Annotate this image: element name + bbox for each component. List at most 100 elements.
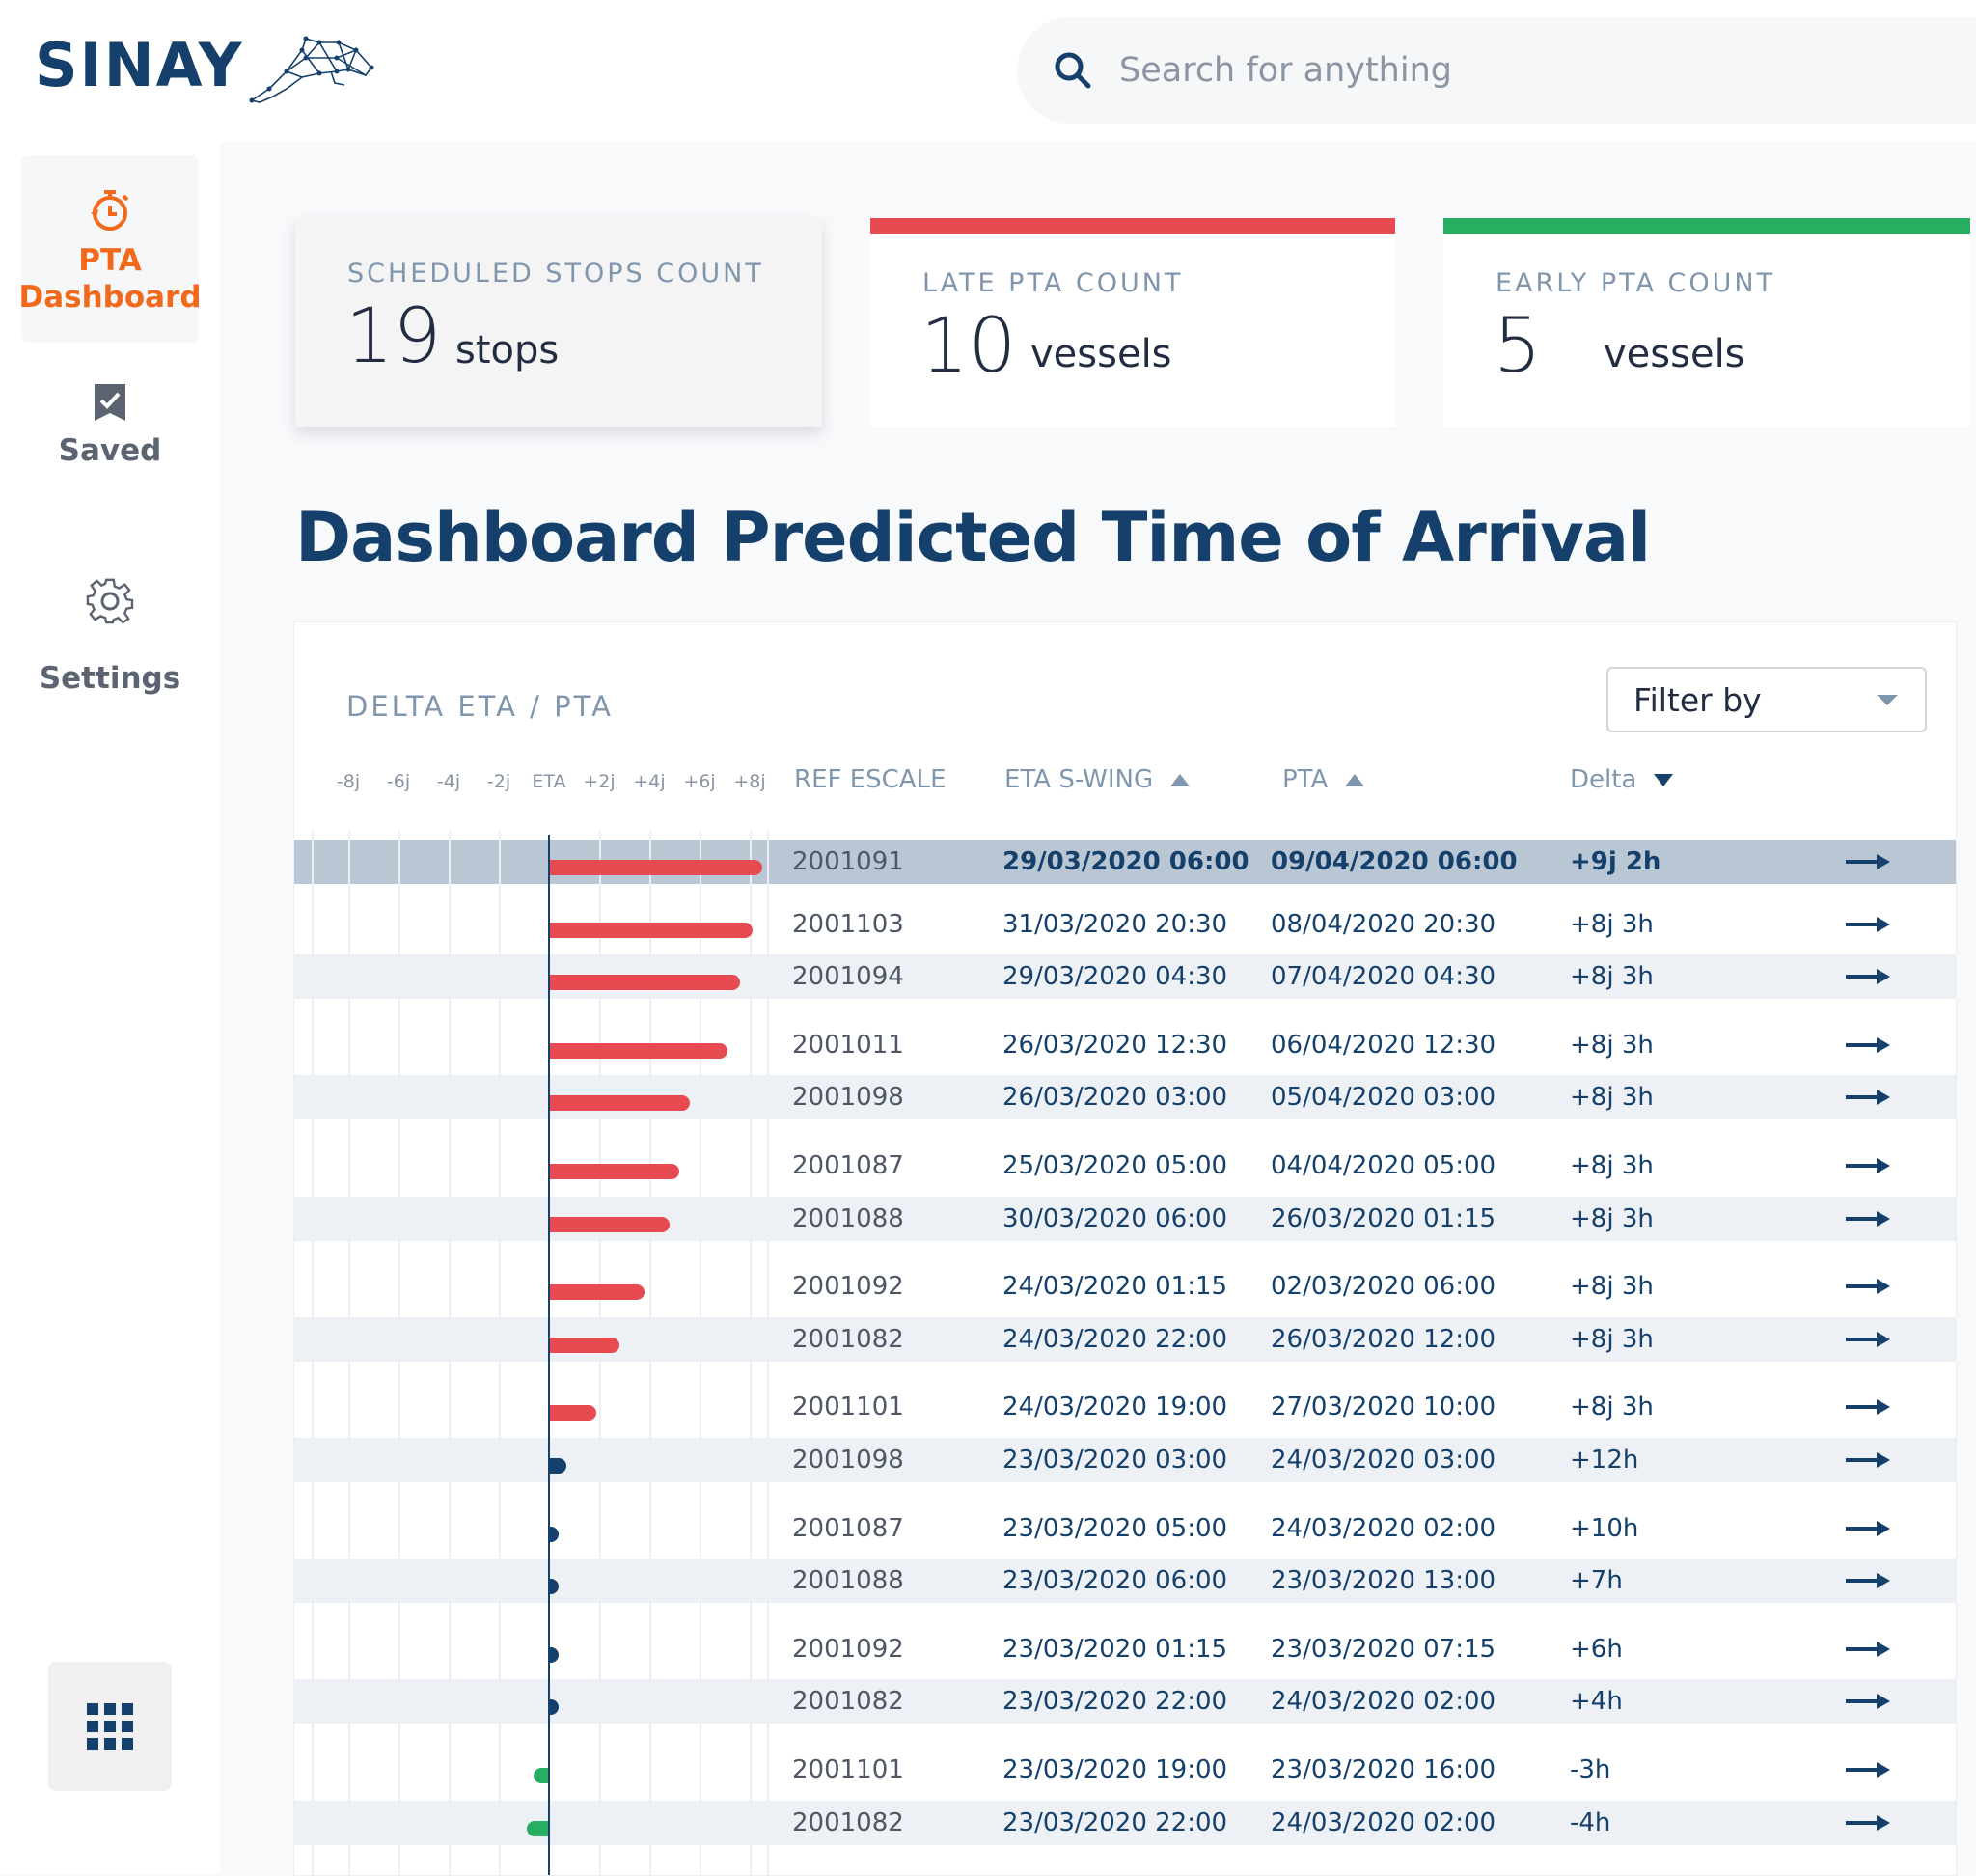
table-row[interactable]: 2001088 30/03/2020 06:00 26/03/2020 01:15 +… bbox=[294, 1196, 1956, 1241]
eta-s-wing-cell: 26/03/2020 03:00 bbox=[1002, 1083, 1228, 1113]
arrow-right-icon[interactable] bbox=[1846, 1398, 1890, 1416]
pta-cell: 05/04/2020 03:00 bbox=[1271, 1083, 1496, 1113]
arrow-right-icon[interactable] bbox=[1846, 968, 1890, 985]
grid-line bbox=[398, 831, 400, 1875]
delta-cell: +8j 3h bbox=[1570, 1393, 1654, 1422]
arrow-right-icon[interactable] bbox=[1846, 1693, 1890, 1710]
table-row[interactable]: 2001103 31/03/2020 20:30 08/04/2020 20:30 +… bbox=[294, 895, 1956, 954]
axis-tick-label: -2j bbox=[486, 771, 511, 792]
search-bar[interactable] bbox=[1017, 17, 1976, 124]
sidebar-item-settings[interactable]: Settings bbox=[21, 577, 199, 697]
table-row[interactable]: 2001082 24/03/2020 22:00 26/03/2020 12:00 +… bbox=[294, 1316, 1956, 1362]
column-header-eta-s-wing[interactable]: ETA S-WING bbox=[1004, 765, 1191, 794]
table-row[interactable]: 2001011 26/03/2020 12:30 06/04/2020 12:30 +… bbox=[294, 1015, 1956, 1075]
arrow-right-icon[interactable] bbox=[1846, 1278, 1890, 1295]
table-row[interactable]: 2001091 29/03/2020 06:00 09/04/2020 06:00 +… bbox=[294, 840, 1956, 884]
chevron-down-icon bbox=[1877, 694, 1898, 705]
grid-line bbox=[750, 831, 752, 1875]
filter-dropdown[interactable]: Filter by bbox=[1606, 667, 1927, 732]
pta-cell: 09/04/2020 06:00 bbox=[1271, 847, 1518, 876]
axis-tick-label: +6j bbox=[683, 771, 716, 792]
sort-descending-icon[interactable] bbox=[1654, 773, 1674, 786]
eta-s-wing-cell: 31/03/2020 20:30 bbox=[1002, 909, 1228, 939]
card-caption: LATE PTA COUNT bbox=[922, 268, 1184, 298]
column-header-pta[interactable]: PTA bbox=[1282, 765, 1365, 794]
ref-escale-cell: 2001088 bbox=[792, 1566, 904, 1596]
table-row[interactable]: 2001094 29/03/2020 04:30 07/04/2020 04:30 +… bbox=[294, 954, 1956, 1000]
table-row[interactable]: 2001087 25/03/2020 05:00 04/04/2020 05:00 +… bbox=[294, 1136, 1956, 1196]
delta-bar bbox=[549, 922, 753, 938]
pta-cell: 07/04/2020 04:30 bbox=[1271, 962, 1496, 992]
sort-ascending-icon[interactable] bbox=[1170, 773, 1191, 786]
table-row[interactable]: 2001098 26/03/2020 03:00 05/04/2020 03:00 +… bbox=[294, 1075, 1956, 1120]
table-row[interactable]: 2001101 24/03/2020 19:00 27/03/2020 10:00 +… bbox=[294, 1377, 1956, 1437]
sidebar-item-pta-dashboard[interactable]: PTA Dashboard bbox=[18, 155, 202, 343]
sinay-logo[interactable]: SINAY bbox=[35, 23, 383, 106]
dolphin-icon bbox=[249, 36, 374, 103]
arrow-right-icon[interactable] bbox=[1846, 1210, 1890, 1228]
arrow-right-icon[interactable] bbox=[1846, 853, 1890, 870]
grid-line bbox=[499, 831, 501, 1875]
sidebar-item-label-line2: Dashboard bbox=[18, 280, 202, 315]
arrow-right-icon[interactable] bbox=[1846, 1089, 1890, 1106]
ref-escale-cell: 2001087 bbox=[792, 1151, 904, 1180]
ref-escale-cell: 2001082 bbox=[792, 1807, 904, 1837]
card-accent-bar bbox=[870, 218, 1395, 234]
arrow-right-icon[interactable] bbox=[1846, 916, 1890, 933]
table-row[interactable]: 2001087 23/03/2020 05:00 24/03/2020 02:00 +… bbox=[294, 1499, 1956, 1559]
sidebar-item-saved[interactable]: Saved bbox=[21, 382, 199, 469]
ref-escale-cell: 2001092 bbox=[792, 1272, 904, 1302]
delta-cell: +8j 3h bbox=[1570, 1030, 1654, 1060]
axis-tick-label: +2j bbox=[583, 771, 616, 792]
eta-reference-line bbox=[548, 835, 550, 1875]
axis-tick-label: -8j bbox=[336, 771, 361, 792]
column-header-delta[interactable]: Delta bbox=[1570, 765, 1674, 794]
arrow-right-icon[interactable] bbox=[1846, 1520, 1890, 1537]
arrow-right-icon[interactable] bbox=[1846, 1641, 1890, 1658]
apps-menu-button[interactable] bbox=[48, 1662, 172, 1791]
table-row[interactable]: 2001098 23/03/2020 03:00 24/03/2020 03:00 +… bbox=[294, 1438, 1956, 1482]
delta-cell: +4h bbox=[1570, 1687, 1623, 1717]
stopwatch-icon bbox=[91, 190, 129, 231]
pta-cell: 02/03/2020 06:00 bbox=[1271, 1272, 1496, 1302]
pta-cell: 27/03/2020 10:00 bbox=[1271, 1393, 1496, 1422]
delta-bar bbox=[526, 1820, 549, 1836]
arrow-right-icon[interactable] bbox=[1846, 1451, 1890, 1469]
arrow-right-icon[interactable] bbox=[1846, 1814, 1890, 1832]
delta-cell: +8j 3h bbox=[1570, 1203, 1654, 1233]
column-header-label: REF ESCALE bbox=[794, 765, 947, 794]
delta-cell: +8j 3h bbox=[1570, 962, 1654, 992]
column-header-ref-escale[interactable]: REF ESCALE bbox=[794, 765, 947, 794]
arrow-right-icon[interactable] bbox=[1846, 1157, 1890, 1174]
delta-bar bbox=[549, 1284, 645, 1301]
grid-line bbox=[348, 831, 350, 1875]
ref-escale-cell: 2001098 bbox=[792, 1083, 904, 1113]
eta-s-wing-cell: 23/03/2020 19:00 bbox=[1002, 1755, 1228, 1784]
table-row[interactable]: 2001088 23/03/2020 06:00 23/03/2020 13:00 +… bbox=[294, 1559, 1956, 1604]
pta-cell: 04/04/2020 05:00 bbox=[1271, 1151, 1496, 1180]
column-header-label: ETA S-WING bbox=[1004, 765, 1154, 794]
scheduled-stops-card: SCHEDULED STOPS COUNT 19 stops bbox=[295, 220, 822, 427]
sidebar-item-label-line1: PTA bbox=[78, 243, 142, 278]
arrow-right-icon[interactable] bbox=[1846, 1331, 1890, 1348]
ref-escale-cell: 2001098 bbox=[792, 1446, 904, 1475]
card-value: 19 bbox=[345, 293, 442, 380]
arrow-right-icon[interactable] bbox=[1846, 1572, 1890, 1589]
table-row[interactable]: 2001082 23/03/2020 22:00 24/03/2020 02:00 +… bbox=[294, 1679, 1956, 1724]
sidebar: PTA Dashboard Saved Settings bbox=[0, 141, 220, 1874]
sort-ascending-icon[interactable] bbox=[1345, 773, 1365, 786]
ref-escale-cell: 2001082 bbox=[792, 1324, 904, 1354]
ref-escale-cell: 2001082 bbox=[792, 1687, 904, 1717]
arrow-right-icon[interactable] bbox=[1846, 1036, 1890, 1054]
card-caption: EARLY PTA COUNT bbox=[1496, 268, 1776, 298]
search-input[interactable] bbox=[1117, 50, 1893, 91]
eta-s-wing-cell: 30/03/2020 06:00 bbox=[1002, 1203, 1228, 1233]
arrow-right-icon[interactable] bbox=[1846, 1761, 1890, 1779]
card-unit: vessels bbox=[1030, 332, 1172, 376]
delta-bar bbox=[549, 1095, 690, 1112]
axis-tick-label: -6j bbox=[386, 771, 411, 792]
pta-cell: 24/03/2020 02:00 bbox=[1271, 1807, 1496, 1837]
grid-line bbox=[449, 831, 451, 1875]
table-row[interactable]: 2001092 23/03/2020 01:15 23/03/2020 07:15 +… bbox=[294, 1619, 1956, 1679]
table-row[interactable]: 2001092 24/03/2020 01:15 02/03/2020 06:00 +… bbox=[294, 1256, 1956, 1316]
